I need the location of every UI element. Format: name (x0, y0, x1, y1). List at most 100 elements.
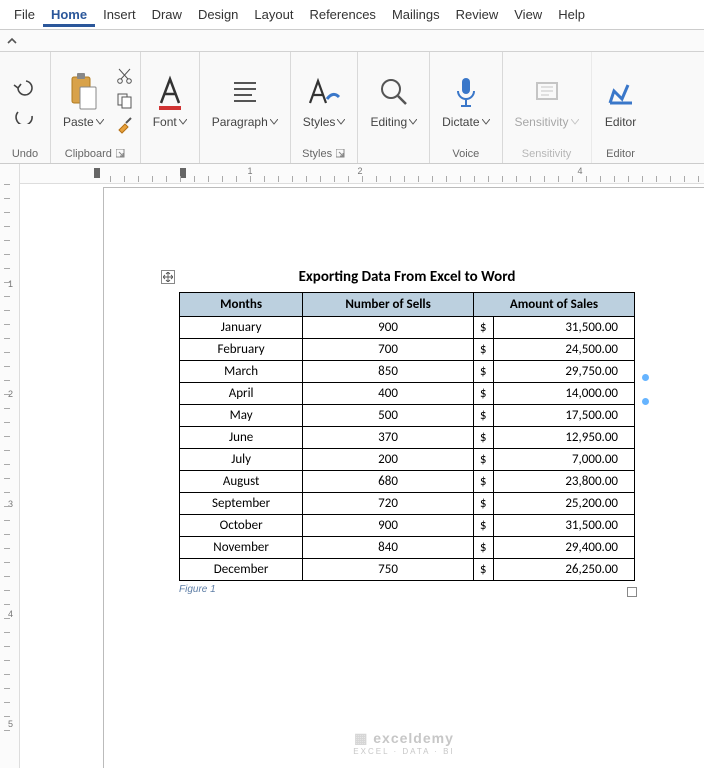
menu-review[interactable]: Review (448, 3, 507, 26)
menu-layout[interactable]: Layout (246, 3, 301, 26)
data-table: MonthsNumber of SellsAmount of Sales Jan… (179, 292, 635, 581)
cell-currency: $ (473, 339, 493, 361)
document-area: 12345 124 Exporting Data From Excel to W… (0, 164, 704, 768)
table-row: October900$31,500.00 (180, 515, 635, 537)
vertical-ruler[interactable]: 12345 (0, 164, 20, 768)
chevron-up-icon (6, 35, 18, 47)
cell-currency: $ (473, 449, 493, 471)
brush-icon (116, 116, 134, 134)
cell-amount: 25,200.00 (493, 493, 635, 515)
dialog-launcher-icon[interactable] (336, 149, 346, 159)
table-row: November840$29,400.00 (180, 537, 635, 559)
redo-button[interactable] (6, 104, 44, 126)
cell-month: August (180, 471, 303, 493)
group-font: Font (141, 52, 200, 163)
chevron-down-icon (270, 119, 278, 125)
figure-caption: Figure 1 (179, 584, 635, 595)
editing-button[interactable]: Editing (364, 71, 423, 131)
selection-handle[interactable] (642, 374, 649, 381)
dictate-button[interactable]: Dictate (436, 71, 495, 131)
cell-month: December (180, 559, 303, 581)
cell-month: February (180, 339, 303, 361)
group-undo: Undo (0, 52, 51, 163)
chevron-down-icon (571, 119, 579, 125)
cell-sells: 900 (303, 317, 474, 339)
group-sensitivity: Sensitivity Sensitivity (503, 52, 592, 163)
font-icon (153, 73, 187, 113)
page[interactable]: Exporting Data From Excel to Word Months… (104, 188, 704, 768)
menu-insert[interactable]: Insert (95, 3, 144, 26)
group-label-undo: Undo (12, 146, 38, 162)
menu-mailings[interactable]: Mailings (384, 3, 448, 26)
menu-home[interactable]: Home (43, 3, 95, 27)
cell-amount: 31,500.00 (493, 317, 635, 339)
microphone-icon (449, 73, 483, 113)
font-button[interactable]: Font (147, 71, 193, 131)
cell-amount: 29,400.00 (493, 537, 635, 559)
cell-currency: $ (473, 317, 493, 339)
table-row: September720$25,200.00 (180, 493, 635, 515)
group-editing: Editing (358, 52, 430, 163)
chevron-down-icon (179, 119, 187, 125)
group-voice: Dictate Voice (430, 52, 502, 163)
clipboard-icon (68, 73, 98, 113)
menu-file[interactable]: File (6, 3, 43, 26)
menu-design[interactable]: Design (190, 3, 246, 26)
menu-bar: FileHomeInsertDrawDesignLayoutReferences… (0, 0, 704, 30)
ribbon: Undo Paste Clipboard Font (0, 52, 704, 164)
paste-button[interactable]: Paste (57, 71, 110, 131)
cell-month: April (180, 383, 303, 405)
table-row: January900$31,500.00 (180, 317, 635, 339)
group-label-sensitivity: Sensitivity (522, 146, 572, 162)
cell-currency: $ (473, 361, 493, 383)
menu-draw[interactable]: Draw (144, 3, 190, 26)
cut-button[interactable] (116, 68, 134, 86)
cell-currency: $ (473, 493, 493, 515)
cell-amount: 29,750.00 (493, 361, 635, 383)
ribbon-collapse-bar[interactable] (0, 30, 704, 52)
cell-month: November (180, 537, 303, 559)
dialog-launcher-icon[interactable] (116, 149, 126, 159)
format-painter-button[interactable] (116, 116, 134, 134)
styles-icon (305, 73, 343, 113)
cell-sells: 720 (303, 493, 474, 515)
cell-month: January (180, 317, 303, 339)
cell-amount: 17,500.00 (493, 405, 635, 427)
cell-month: June (180, 427, 303, 449)
table-row: December750$26,250.00 (180, 559, 635, 581)
menu-help[interactable]: Help (550, 3, 593, 26)
editor-icon (604, 73, 638, 113)
menu-references[interactable]: References (301, 3, 383, 26)
group-clipboard: Paste Clipboard (51, 52, 141, 163)
sensitivity-button: Sensitivity (509, 71, 585, 131)
chevron-down-icon (337, 119, 345, 125)
table-row: May500$17,500.00 (180, 405, 635, 427)
cell-amount: 26,250.00 (493, 559, 635, 581)
embedded-object[interactable]: Exporting Data From Excel to Word Months… (179, 268, 635, 595)
cell-currency: $ (473, 427, 493, 449)
undo-button[interactable] (6, 76, 44, 98)
cell-sells: 850 (303, 361, 474, 383)
selection-handle[interactable] (642, 398, 649, 405)
column-header: Number of Sells (303, 293, 474, 317)
cell-sells: 500 (303, 405, 474, 427)
table-row: July200$7,000.00 (180, 449, 635, 471)
cell-amount: 24,500.00 (493, 339, 635, 361)
horizontal-ruler[interactable]: 124 (20, 164, 704, 184)
cell-sells: 900 (303, 515, 474, 537)
group-label-voice: Voice (452, 146, 479, 162)
styles-button[interactable]: Styles (297, 71, 352, 131)
cell-amount: 12,950.00 (493, 427, 635, 449)
chevron-down-icon (409, 119, 417, 125)
cell-amount: 14,000.00 (493, 383, 635, 405)
move-handle-icon[interactable] (161, 270, 175, 284)
copy-button[interactable] (116, 92, 134, 110)
paragraph-button[interactable]: Paragraph (206, 71, 284, 131)
menu-view[interactable]: View (506, 3, 550, 26)
cell-currency: $ (473, 559, 493, 581)
chevron-down-icon (96, 119, 104, 125)
group-paragraph: Paragraph (200, 52, 291, 163)
group-editor: Editor Editor (592, 52, 650, 163)
editor-button[interactable]: Editor (598, 71, 644, 131)
resize-handle[interactable] (627, 587, 637, 597)
